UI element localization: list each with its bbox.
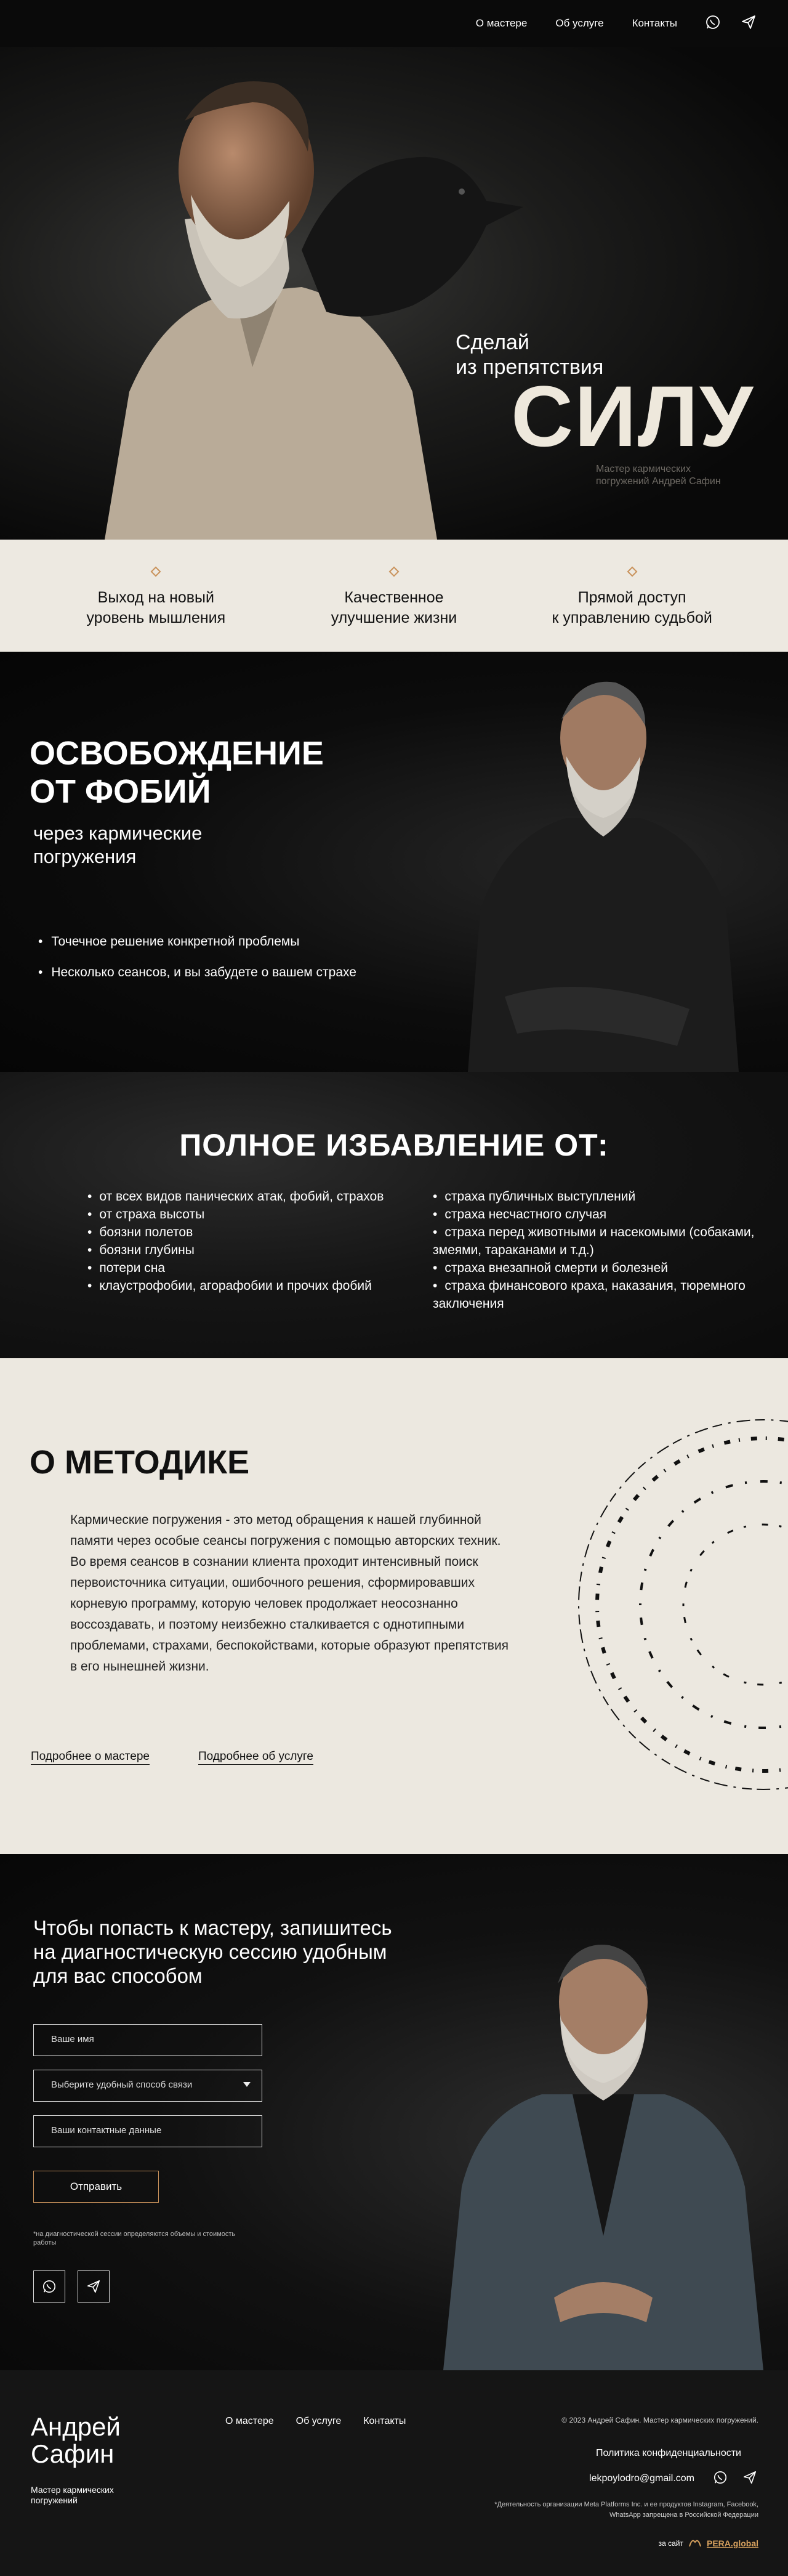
diamond-icon: [150, 566, 161, 577]
list-item: боязни глубины: [87, 1241, 384, 1259]
footer-nav: О мастере Об услуге Контакты: [225, 2416, 406, 2427]
phobia-section: ОСВОБОЖДЕНИЕ ОТ ФОБИЙ через кармические …: [0, 652, 788, 1072]
diamond-icon: [627, 566, 638, 577]
footer-nav-contacts[interactable]: Контакты: [363, 2416, 406, 2427]
liberation-list-right: страха публичных выступлений страха несч…: [433, 1188, 778, 1313]
form-note: *на диагностической сессии определяются …: [33, 2230, 236, 2246]
method-section: О МЕТОДИКЕ Кармические погружения - это …: [0, 1358, 788, 1854]
whatsapp-icon[interactable]: [712, 2469, 729, 2486]
benefit-text: Качественное улучшение жизни: [331, 589, 457, 626]
site-credit-link[interactable]: PERA.global: [707, 2538, 758, 2548]
list-item: клаустрофобии, агорафобии и прочих фобий: [87, 1277, 384, 1295]
list-item: Несколько сеансов, и вы забудете о вашем…: [38, 957, 356, 988]
site-header: О мастере Об услуге Контакты: [0, 0, 788, 47]
list-item: страха финансового краха, наказания, тюр…: [433, 1277, 778, 1313]
footer-role: Мастер кармических погружений: [31, 2485, 114, 2505]
telegram-icon[interactable]: [741, 2469, 758, 2486]
liberation-title: ПОЛНОЕ ИЗБАВЛЕНИЕ ОТ:: [179, 1128, 609, 1162]
footer-nav-about-service[interactable]: Об услуге: [296, 2416, 342, 2427]
hero-subtitle: Мастер кармических погружений Андрей Саф…: [596, 464, 721, 487]
diamond-icon: [388, 566, 400, 577]
site-credit: за сайт PERA.global: [659, 2537, 758, 2550]
whatsapp-icon[interactable]: [33, 2270, 65, 2303]
site-footer: Андрей Сафин Мастер кармических погружен…: [0, 2370, 788, 2576]
master-portrait-sitting: [468, 681, 739, 1072]
about-service-link[interactable]: Подробнее об услуге: [198, 1750, 313, 1765]
name-field[interactable]: Ваше имя: [33, 2024, 262, 2056]
benefit-item: Выход на новый уровень мышления: [51, 566, 260, 652]
site-credit-prefix: за сайт: [658, 2538, 683, 2548]
list-item: от всех видов панических атак, фобий, ст…: [87, 1188, 384, 1205]
list-item: потери сна: [87, 1259, 384, 1277]
list-item: Точечное решение конкретной проблемы: [38, 926, 356, 957]
liberation-section: ПОЛНОЕ ИЗБАВЛЕНИЕ ОТ: от всех видов пани…: [0, 1072, 788, 1358]
contact-details-field[interactable]: Ваши контактные данные: [33, 2115, 262, 2147]
footer-nav-about-master[interactable]: О мастере: [225, 2416, 274, 2427]
benefit-item: Качественное улучшение жизни: [289, 566, 499, 652]
privacy-policy-link[interactable]: Политика конфиденциальности: [596, 2448, 741, 2459]
list-item: страха несчастного случая: [433, 1205, 778, 1223]
nav-about-service[interactable]: Об услуге: [555, 17, 603, 30]
telegram-icon[interactable]: [740, 14, 757, 31]
footer-brand-name: Андрей Сафин: [31, 2412, 121, 2468]
header-socials: [704, 14, 757, 31]
list-item: боязни полетов: [87, 1223, 384, 1241]
hero-portrait-with-raven: [105, 81, 523, 540]
about-master-link[interactable]: Подробнее о мастере: [31, 1750, 150, 1765]
contact-section: Чтобы попасть к мастеру, запишитесь на д…: [0, 1854, 788, 2370]
hero-section: Сделай из препятствия СИЛУ Мастер кармич…: [0, 47, 788, 540]
whatsapp-icon[interactable]: [704, 14, 722, 31]
benefit-text: Выход на новый уровень мышления: [86, 589, 226, 626]
master-portrait-suit: [443, 1945, 763, 2370]
hero-headline: СИЛУ: [511, 368, 755, 464]
benefits-strip: Выход на новый уровень мышления Качестве…: [0, 540, 788, 652]
list-item: страха внезапной смерти и болезней: [433, 1259, 778, 1277]
contact-method-select[interactable]: Выберите удобный способ связи: [33, 2070, 262, 2102]
email-link[interactable]: lekpoylodro@gmail.com: [589, 2473, 694, 2484]
benefit-text: Прямой доступ к управлению судьбой: [552, 589, 712, 626]
list-item: страха публичных выступлений: [433, 1188, 778, 1205]
method-title: О МЕТОДИКЕ: [30, 1444, 250, 1481]
meta-disclaimer: *Деятельность организации Meta Platforms…: [494, 2501, 758, 2519]
phobia-title: ОСВОБОЖДЕНИЕ ОТ ФОБИЙ: [30, 735, 324, 810]
select-placeholder: Выберите удобный способ связи: [51, 2080, 193, 2090]
contact-title: Чтобы попасть к мастеру, запишитесь на д…: [33, 1916, 392, 1987]
pera-logo-icon: [688, 2537, 702, 2550]
copyright: © 2023 Андрей Сафин. Мастер кармических …: [561, 2416, 758, 2424]
nav-about-master[interactable]: О мастере: [476, 17, 528, 30]
method-text: Кармические погружения - это метод обращ…: [70, 1513, 509, 1674]
submit-button[interactable]: Отправить: [33, 2171, 159, 2203]
footer-socials: [712, 2469, 758, 2486]
list-item: от страха высоты: [87, 1205, 384, 1223]
phobia-points: Точечное решение конкретной проблемы Нес…: [38, 926, 356, 988]
chevron-down-icon: [243, 2082, 251, 2087]
phobia-subtitle: через кармические погружения: [33, 822, 203, 867]
telegram-icon[interactable]: [78, 2270, 110, 2303]
liberation-list-left: от всех видов панических атак, фобий, ст…: [87, 1188, 384, 1295]
nav-contacts[interactable]: Контакты: [632, 17, 677, 30]
main-nav: О мастере Об услуге Контакты: [476, 17, 677, 30]
tibetan-mantra-circle: [578, 1419, 788, 1790]
benefit-item: Прямой доступ к управлению судьбой: [528, 566, 737, 652]
list-item: страха перед животными и насекомыми (соб…: [433, 1223, 778, 1259]
